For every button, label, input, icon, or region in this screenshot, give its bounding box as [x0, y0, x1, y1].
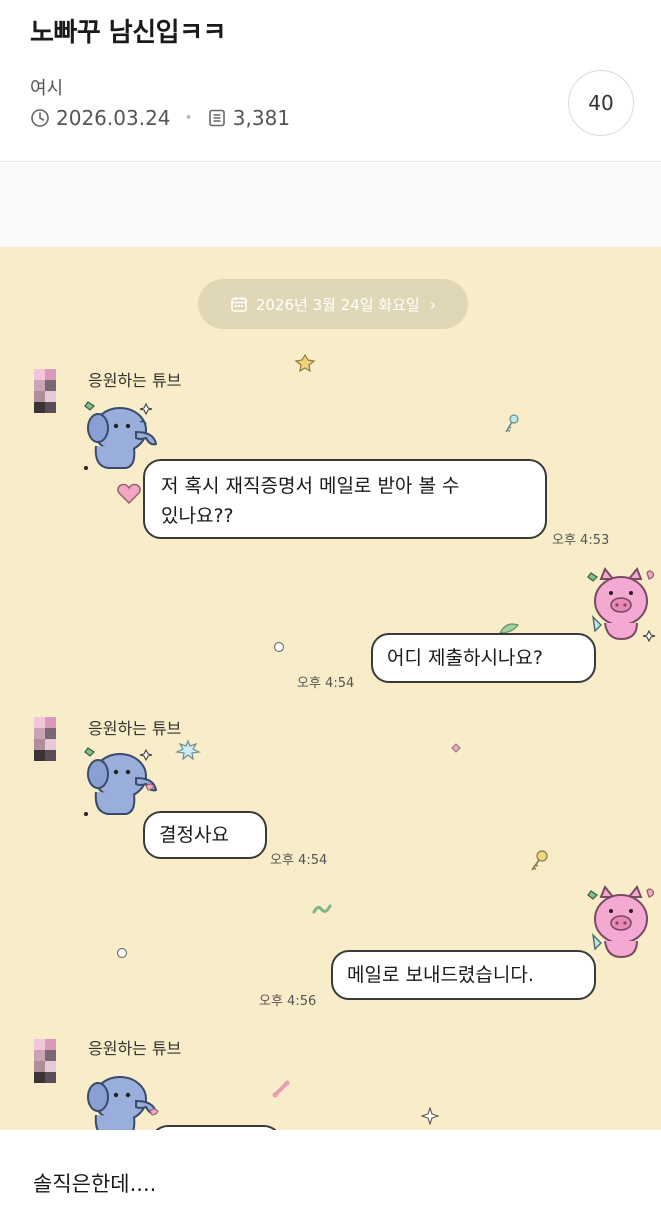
- star4-doodle-icon: [421, 1107, 439, 1125]
- pig-sticker: [587, 567, 656, 643]
- calendar-icon: [230, 295, 248, 313]
- chevron-right-icon: ›: [429, 294, 437, 314]
- message-text: 어디 제출하시나요?: [387, 647, 543, 669]
- message-bubble: 결정사요: [143, 811, 267, 859]
- avatar[interactable]: [34, 717, 56, 761]
- clock-icon: [30, 108, 50, 128]
- date-pill-label: 2026년 3월 24일 화요일: [255, 295, 420, 314]
- sender-name: 응원하는 튜브: [88, 1039, 182, 1058]
- message-time: 오후 4:54: [297, 676, 355, 691]
- post-meta: 2026.03.24 • 3,381: [30, 106, 290, 130]
- document-icon: [207, 108, 227, 128]
- post-body-text: 솔직은한데....: [33, 1172, 157, 1196]
- key-doodle-icon: [505, 414, 519, 433]
- message-text-line: 있나요??: [161, 505, 234, 527]
- worm-doodle-icon: [312, 904, 332, 914]
- header-spacer: [0, 163, 661, 247]
- post-views: 3,381: [232, 106, 291, 130]
- chat-screenshot: 2026년 3월 24일 화요일 › 응원하는 튜브 저 혹시 재직증명서 메일…: [0, 247, 661, 1130]
- message-text: 결정사요: [159, 824, 229, 846]
- message-bubble: 저 혹시 재직증명서 메일로 받아 볼 수 있나요??: [143, 459, 547, 539]
- date-pill: 2026년 3월 24일 화요일 ›: [198, 279, 468, 329]
- message-bubble: 어디 제출하시나요?: [371, 633, 596, 683]
- circle2-doodle-icon: [116, 947, 128, 959]
- avatar[interactable]: [34, 369, 56, 413]
- circle-doodle-icon: [273, 641, 285, 653]
- message-bubble-partial: [150, 1125, 282, 1130]
- post-title: 노빠꾸 남신입ㅋㅋ: [30, 18, 226, 48]
- diamond-doodle-icon: [451, 743, 461, 753]
- comment-count-button[interactable]: 40: [568, 70, 634, 136]
- sparkle-doodle-icon: [175, 739, 201, 761]
- bone-doodle-icon: [272, 1080, 290, 1098]
- message-text-line: 저 혹시 재직증명서 메일로 받아 볼 수: [161, 475, 460, 497]
- message-time: 오후 4:53: [552, 533, 610, 548]
- message-text: 메일로 보내드렸습니다.: [347, 964, 534, 986]
- elephant-sticker: [84, 747, 158, 816]
- message-time: 오후 4:54: [270, 853, 328, 868]
- post-author[interactable]: 여시: [30, 74, 63, 100]
- heart-icon: [117, 483, 141, 504]
- elephant-sticker: [87, 1076, 159, 1130]
- sender-name: 응원하는 튜브: [88, 371, 182, 390]
- key2-doodle-icon: [531, 850, 548, 871]
- pig-sticker: [587, 885, 655, 959]
- message-time: 오후 4:56: [259, 994, 317, 1009]
- post-date: 2026.03.24: [56, 106, 171, 130]
- message-bubble: 메일로 보내드렸습니다.: [331, 950, 596, 1000]
- meta-separator: •: [184, 110, 193, 126]
- sender-name: 응원하는 튜브: [88, 719, 182, 738]
- avatar[interactable]: [34, 1039, 56, 1083]
- post-header: 노빠꾸 남신입ㅋㅋ 여시 2026.03.24 • 3,381 40: [0, 0, 661, 162]
- star-doodle-icon: [294, 353, 316, 373]
